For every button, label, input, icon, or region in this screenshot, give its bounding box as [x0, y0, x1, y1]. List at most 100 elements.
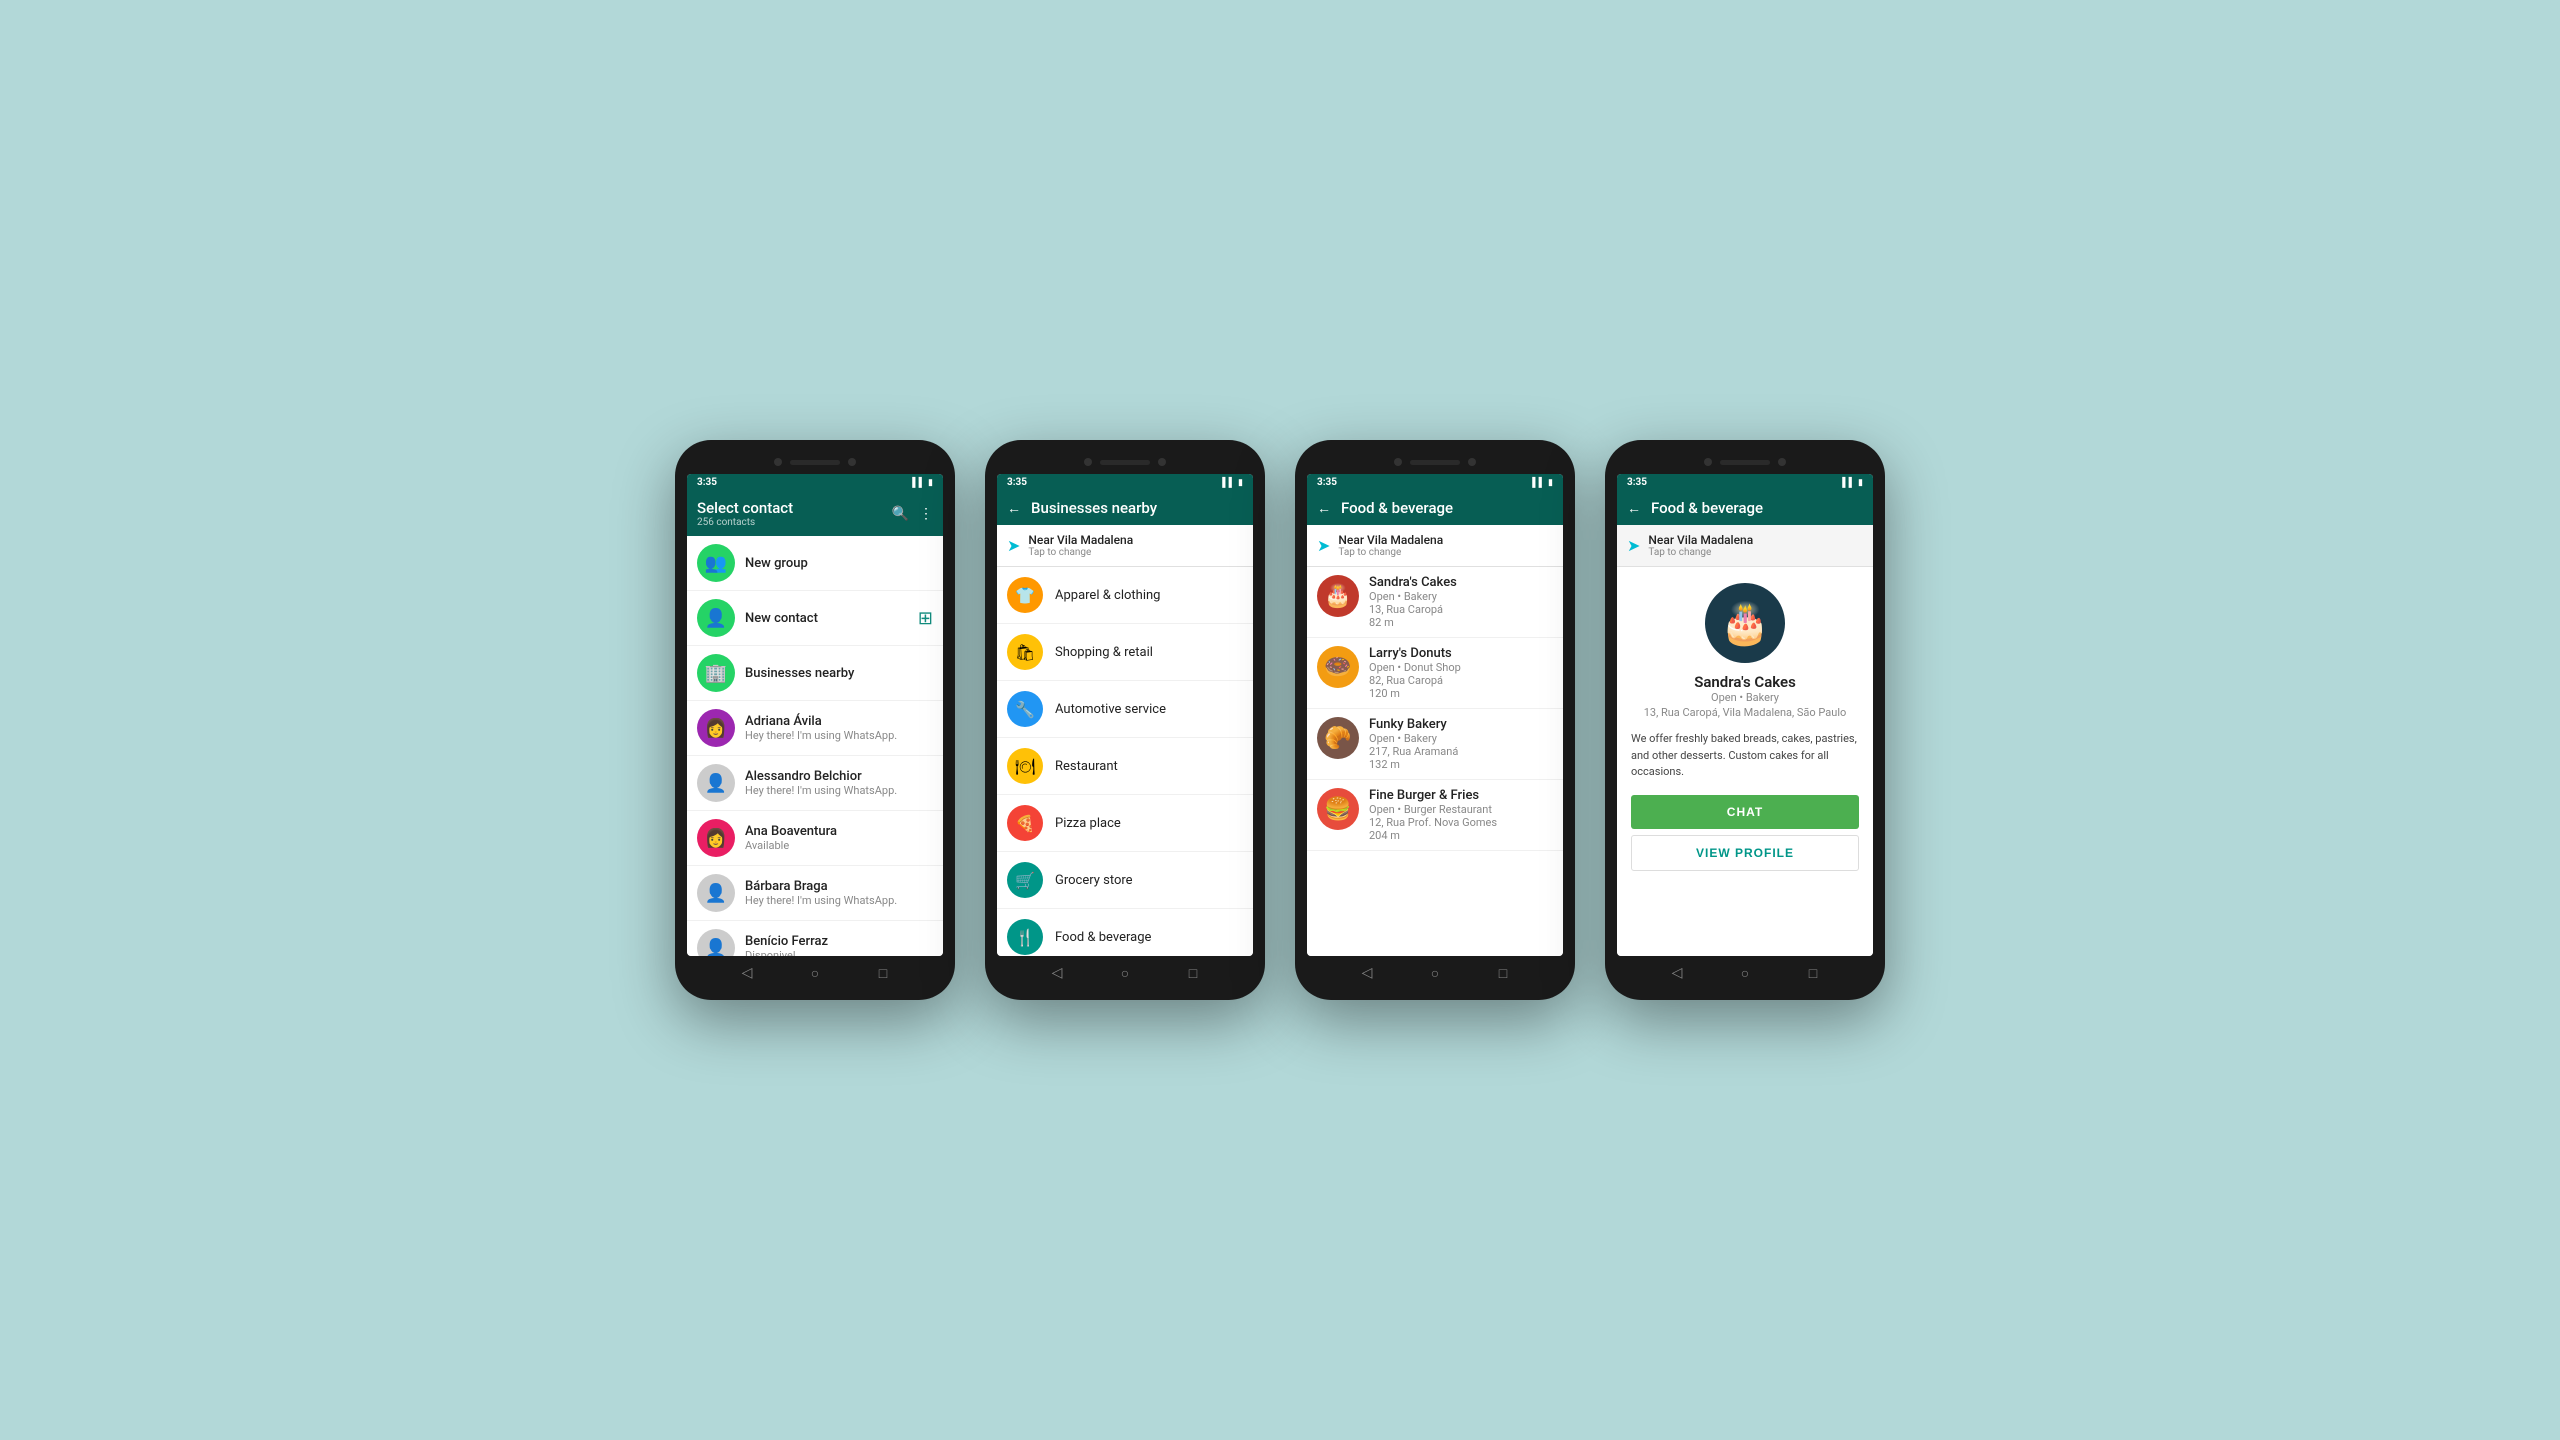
back-icon-2[interactable]: ← — [1007, 500, 1021, 517]
biz-avatar-funky: 🥐 — [1317, 717, 1359, 759]
camera-2 — [848, 458, 856, 466]
recents-nav-2[interactable]: □ — [1184, 964, 1202, 982]
search-icon-1[interactable]: 🔍 — [892, 506, 909, 522]
status-icons-3: ▌▌ ▮ — [1532, 477, 1553, 488]
header-3: ← Food & beverage — [1307, 491, 1563, 525]
biz-burger[interactable]: 🍔 Fine Burger & Fries Open • Burger Rest… — [1307, 780, 1563, 851]
status-icons-4: ▌▌ ▮ — [1842, 477, 1863, 488]
contact-list-1: 👥 New group 👤 New contact ⊞ 🏢 — [687, 536, 943, 956]
header-subtitle-1: 256 contacts — [697, 517, 882, 528]
screen-3: 3:35 ▌▌ ▮ ← Food & beverage ➤ Near Vila … — [1307, 474, 1563, 956]
profile-avatar: 🎂 — [1705, 583, 1785, 663]
cat-apparel[interactable]: 👕 Apparel & clothing — [997, 567, 1253, 624]
categories-list: ➤ Near Vila Madalena Tap to change 👕 App… — [997, 525, 1253, 956]
view-profile-button[interactable]: VIEW PROFILE — [1631, 835, 1859, 871]
cat-auto-name: Automotive service — [1055, 702, 1166, 717]
cat-food-icon: 🍴 — [1007, 919, 1043, 955]
home-nav-3[interactable]: ○ — [1426, 964, 1444, 982]
biz-address-burger: 12, Rua Prof. Nova Gomes — [1369, 816, 1553, 829]
signal-icon-3: ▌▌ — [1532, 477, 1545, 488]
biz-address-larrys: 82, Rua Caropá — [1369, 674, 1553, 687]
chat-button[interactable]: CHAT — [1631, 795, 1859, 829]
alex-text: Alessandro Belchior Hey there! I'm using… — [745, 769, 933, 797]
cat-auto-icon: 🔧 — [1007, 691, 1043, 727]
biz-type-larrys: Open • Donut Shop — [1369, 661, 1553, 674]
back-nav-2[interactable]: ◁ — [1048, 964, 1066, 982]
back-nav-1[interactable]: ◁ — [738, 964, 756, 982]
new-contact-item[interactable]: 👤 New contact ⊞ — [687, 591, 943, 646]
battery-icon-4: ▮ — [1858, 478, 1863, 488]
camera-3 — [1084, 458, 1092, 466]
header-title-2: Businesses nearby — [1031, 499, 1243, 517]
contact-barbara[interactable]: 👤 Bárbara Braga Hey there! I'm using Wha… — [687, 866, 943, 921]
phone-4: 3:35 ▌▌ ▮ ← Food & beverage ➤ Near Vila … — [1605, 440, 1885, 1000]
phone-top-bar-2 — [997, 452, 1253, 474]
bottom-bar-1: ◁ ○ □ — [687, 956, 943, 988]
back-icon-3[interactable]: ← — [1317, 500, 1331, 517]
biz-name-larrys: Larry's Donuts — [1369, 646, 1553, 661]
profile-location-bar[interactable]: ➤ Near Vila Madalena Tap to change — [1617, 525, 1873, 567]
benicio-name: Benício Ferraz — [745, 934, 933, 949]
contact-ana[interactable]: 👩 Ana Boaventura Available — [687, 811, 943, 866]
cat-grocery[interactable]: 🛒 Grocery store — [997, 852, 1253, 909]
contact-adriana[interactable]: 👩 Adriana Ávila Hey there! I'm using Wha… — [687, 701, 943, 756]
back-icon-4[interactable]: ← — [1627, 500, 1641, 517]
home-nav-1[interactable]: ○ — [806, 964, 824, 982]
alex-status: Hey there! I'm using WhatsApp. — [745, 784, 933, 797]
location-bar-3[interactable]: ➤ Near Vila Madalena Tap to change — [1307, 525, 1563, 567]
contact-benicio[interactable]: 👤 Benício Ferraz Disponivel — [687, 921, 943, 956]
speaker-3 — [1410, 460, 1460, 465]
new-group-avatar: 👥 — [697, 544, 735, 582]
time-3: 3:35 — [1317, 477, 1337, 488]
recents-nav-4[interactable]: □ — [1804, 964, 1822, 982]
location-bar-2[interactable]: ➤ Near Vila Madalena Tap to change — [997, 525, 1253, 567]
battery-icon-1: ▮ — [928, 478, 933, 488]
signal-icon-4: ▌▌ — [1842, 477, 1855, 488]
cat-food[interactable]: 🍴 Food & beverage — [997, 909, 1253, 956]
back-nav-3[interactable]: ◁ — [1358, 964, 1376, 982]
phone-2: 3:35 ▌▌ ▮ ← Businesses nearby ➤ Near Vil… — [985, 440, 1265, 1000]
biz-sandras[interactable]: 🎂 Sandra's Cakes Open • Bakery 13, Rua C… — [1307, 567, 1563, 638]
home-nav-2[interactable]: ○ — [1116, 964, 1134, 982]
phone-1: 3:35 ▌▌ ▮ Select contact 256 contacts 🔍 … — [675, 440, 955, 1000]
avatar-benicio: 👤 — [697, 929, 735, 956]
back-nav-4[interactable]: ◁ — [1668, 964, 1686, 982]
biz-funky[interactable]: 🥐 Funky Bakery Open • Bakery 217, Rua Ar… — [1307, 709, 1563, 780]
qr-icon[interactable]: ⊞ — [918, 608, 933, 629]
contact-alex[interactable]: 👤 Alessandro Belchior Hey there! I'm usi… — [687, 756, 943, 811]
recents-nav-3[interactable]: □ — [1494, 964, 1512, 982]
biz-address-sandras: 13, Rua Caropá — [1369, 603, 1553, 616]
biz-avatar-larrys: 🍩 — [1317, 646, 1359, 688]
businesses-avatar: 🏢 — [697, 654, 735, 692]
adriana-name: Adriana Ávila — [745, 714, 933, 729]
biz-type-sandras: Open • Bakery — [1369, 590, 1553, 603]
location-tap-2: Tap to change — [1028, 547, 1133, 558]
status-bar-3: 3:35 ▌▌ ▮ — [1307, 474, 1563, 491]
avatar-ana: 👩 — [697, 819, 735, 857]
battery-icon-3: ▮ — [1548, 478, 1553, 488]
new-group-text: New group — [745, 556, 933, 571]
biz-type-funky: Open • Bakery — [1369, 732, 1553, 745]
cat-restaurant[interactable]: 🍽 Restaurant — [997, 738, 1253, 795]
avatar-adriana: 👩 — [697, 709, 735, 747]
businesses-nearby-item[interactable]: 🏢 Businesses nearby — [687, 646, 943, 701]
menu-icon-1[interactable]: ⋮ — [919, 506, 933, 522]
profile-card: 🎂 Sandra's Cakes Open • Bakery 13, Rua C… — [1617, 567, 1873, 881]
new-contact-label: New contact — [745, 611, 908, 626]
cat-shopping[interactable]: 🛍 Shopping & retail — [997, 624, 1253, 681]
header-2: ← Businesses nearby — [997, 491, 1253, 525]
new-group-item[interactable]: 👥 New group — [687, 536, 943, 591]
bottom-bar-3: ◁ ○ □ — [1307, 956, 1563, 988]
cat-auto[interactable]: 🔧 Automotive service — [997, 681, 1253, 738]
avatar-alex: 👤 — [697, 764, 735, 802]
cat-pizza[interactable]: 🍕 Pizza place — [997, 795, 1253, 852]
home-nav-4[interactable]: ○ — [1736, 964, 1754, 982]
screen-1: 3:35 ▌▌ ▮ Select contact 256 contacts 🔍 … — [687, 474, 943, 956]
ana-text: Ana Boaventura Available — [745, 824, 933, 852]
cat-pizza-icon: 🍕 — [1007, 805, 1043, 841]
recents-nav-1[interactable]: □ — [874, 964, 892, 982]
biz-info-sandras: Sandra's Cakes Open • Bakery 13, Rua Car… — [1369, 575, 1553, 629]
biz-larrys[interactable]: 🍩 Larry's Donuts Open • Donut Shop 82, R… — [1307, 638, 1563, 709]
bottom-bar-4: ◁ ○ □ — [1617, 956, 1873, 988]
location-text-2: Near Vila Madalena Tap to change — [1028, 533, 1133, 558]
